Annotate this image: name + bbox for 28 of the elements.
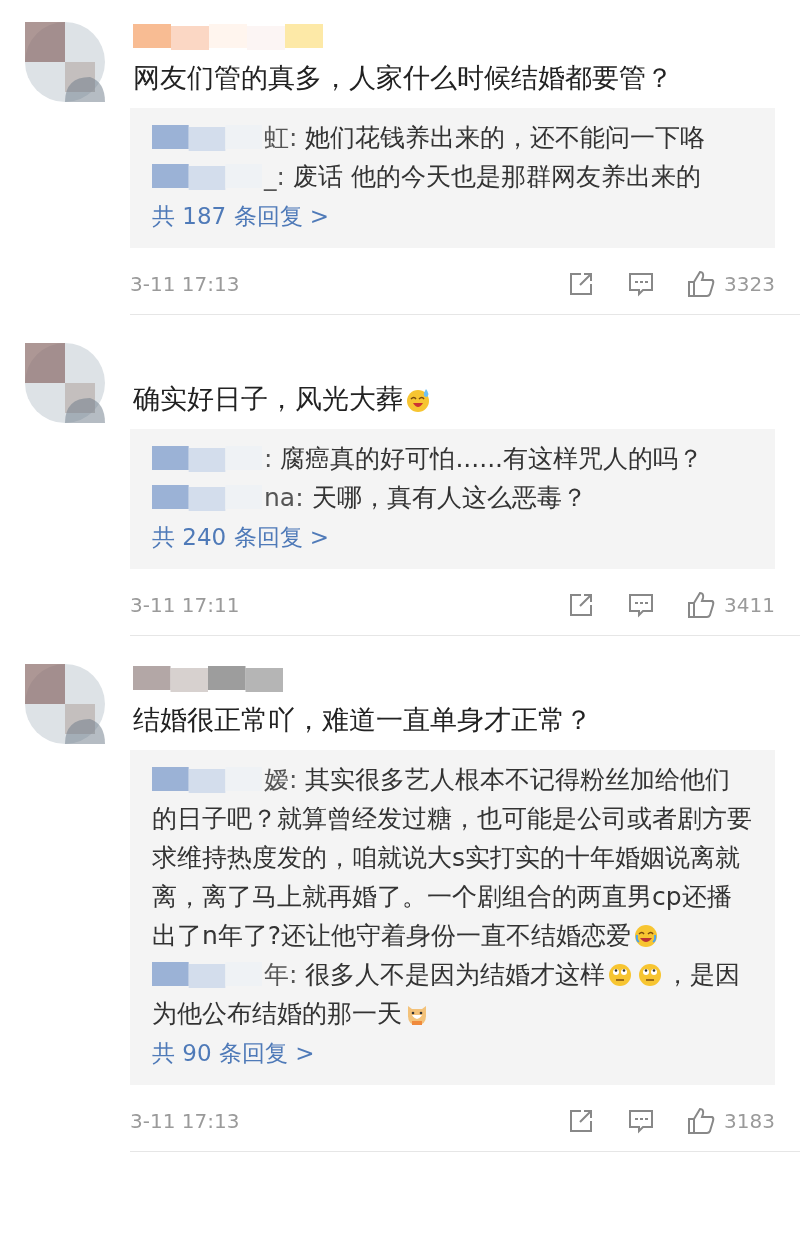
comment-text: 网友们管的真多，人家什么时候结婚都要管？ [133, 61, 674, 95]
avatar-icon[interactable] [25, 664, 105, 744]
thumbs-up-icon[interactable] [686, 269, 717, 299]
emoji-icon [405, 387, 431, 413]
timestamp: 3-11 17:13 [130, 272, 241, 296]
reply-text: : 腐癌真的好可怕......有这样咒人的吗？ [264, 444, 704, 473]
reply-text: na: 天哪，真有人这么恶毒？ [264, 483, 587, 512]
more-replies-link[interactable]: 共 90 条回复 > [152, 1033, 315, 1073]
thumbs-up-icon[interactable] [686, 1106, 717, 1136]
like-count: 3411 [724, 593, 775, 617]
reply-text: _: 废话 他的今天也是那群网友养出来的 [264, 162, 701, 191]
avatar-icon[interactable] [25, 22, 105, 102]
more-replies-link[interactable]: 共 187 条回复 > [152, 196, 330, 236]
thumbs-up-icon[interactable] [686, 590, 717, 620]
avatar-icon[interactable] [25, 343, 105, 423]
comment-text: 确实好日子，风光大葬 [133, 379, 800, 419]
timestamp: 3-11 17:13 [130, 1109, 241, 1133]
comment-text: 结婚很正常吖，难道一直单身才正常？ [133, 703, 593, 737]
reply-text: 年: 很多人不是因为结婚才这样 ，是因为他公布结婚的那一天 [152, 960, 741, 1028]
like-count: 3323 [724, 272, 775, 296]
timestamp: 3-11 17:11 [130, 593, 241, 617]
reply-text: 嫒: 其实很多艺人根本不记得粉丝加给他们的日子吧？就算曾经发过糖，也可能是公司或者剧方要求维持热度发的，咱就说大s实打实的十年婚姻说离就离，离了马上就再婚了。一个剧组合的两直男cp还播出了n年了?还让他守着身份一直不结婚恋爱 [152, 765, 752, 950]
emoji-icon [633, 923, 660, 949]
emoji-icon [637, 962, 664, 988]
like-count: 3183 [724, 1109, 775, 1133]
emoji-icon [607, 962, 634, 988]
reply-text: 虹: 她们花钱养出来的，还不能问一下咯 [264, 123, 706, 152]
more-replies-link[interactable]: 共 240 条回复 > [152, 517, 330, 557]
